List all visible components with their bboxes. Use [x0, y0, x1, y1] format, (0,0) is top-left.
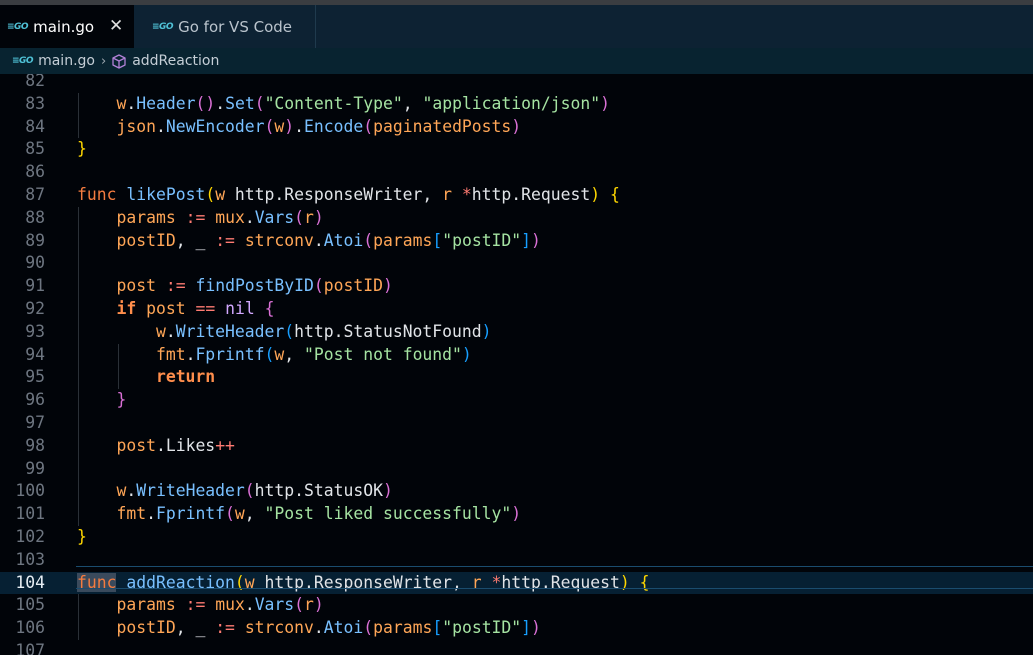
line-number: 101 [15, 504, 45, 524]
line-number: 86 [25, 162, 45, 182]
line-number: 106 [15, 618, 45, 638]
breadcrumb-symbol[interactable]: addReaction [132, 53, 219, 69]
code-line[interactable]: 99 [0, 458, 1033, 481]
code-line[interactable]: 84 json.NewEncoder(w).Encode(paginatedPo… [0, 116, 1033, 139]
close-icon[interactable]: ✕ [109, 16, 123, 36]
code-line[interactable]: 82 [0, 74, 1033, 93]
chevron-right-icon: › [100, 53, 107, 69]
line-number: 98 [25, 435, 45, 455]
line-number: 95 [25, 367, 45, 387]
line-number: 94 [25, 344, 45, 364]
line-number: 88 [25, 207, 45, 227]
tab-main-go[interactable]: ≡GO main.go ✕ [0, 5, 134, 48]
line-number: 83 [25, 93, 45, 113]
breadcrumb: ≡GO main.go › addReaction [0, 48, 1033, 74]
line-number: 97 [25, 413, 45, 432]
method-cube-icon [112, 53, 126, 69]
code-line[interactable]: 101 fmt.Fprintf(w, "Post liked successfu… [0, 503, 1033, 526]
code-line[interactable]: 89 postID, _ := strconv.Atoi(params["pos… [0, 230, 1033, 253]
go-icon: ≡GO [12, 56, 34, 66]
code-text: json.NewEncoder(w).Encode(paginatedPosts… [116, 116, 522, 136]
line-number: 87 [25, 185, 45, 204]
line-number: 93 [25, 321, 45, 341]
code-line[interactable]: 96 } [0, 389, 1033, 412]
code-line[interactable]: 92 if post == nil { [0, 298, 1033, 321]
code-text: params := mux.Vars(r) [116, 207, 324, 227]
go-icon: ≡GO [7, 21, 29, 32]
line-number: 102 [15, 527, 45, 546]
code-text: fmt.Fprintf(w, "Post liked successfully"… [116, 504, 522, 524]
line-number: 104 [15, 572, 45, 592]
code-text: post := findPostByID(postID) [116, 276, 393, 296]
code-text: w.WriteHeader(http.StatusOK) [116, 481, 393, 501]
code-text: fmt.Fprintf(w, "Post not found") [155, 344, 472, 364]
code-line[interactable]: 88 params := mux.Vars(r) [0, 207, 1033, 230]
line-number: 84 [25, 116, 45, 136]
code-editor[interactable]: 82 83 w.Header().Set("Content-Type", "app… [0, 74, 1033, 655]
tab-label: main.go [33, 17, 95, 36]
code-text: postID, _ := strconv.Atoi(params["postID… [116, 230, 541, 250]
line-number: 107 [15, 641, 45, 655]
line-number: 100 [15, 481, 45, 501]
line-number: 90 [25, 253, 45, 273]
code-line[interactable]: 100 w.WriteHeader(http.StatusOK) [0, 480, 1033, 503]
code-line[interactable]: 90 [0, 252, 1033, 275]
line-number: 91 [25, 276, 45, 296]
go-icon: ≡GO [152, 21, 174, 32]
code-text: return [155, 367, 216, 387]
code-line[interactable]: 87 func likePost(w http.ResponseWriter, r… [0, 184, 1033, 207]
code-text: params := mux.Vars(r) [116, 595, 324, 615]
line-number: 89 [25, 230, 45, 250]
code-text: post.Likes++ [116, 435, 235, 455]
code-line[interactable]: 105 params := mux.Vars(r) [0, 594, 1033, 617]
breadcrumb-file[interactable]: main.go [38, 53, 95, 69]
line-number: 105 [15, 595, 45, 615]
line-number: 85 [25, 139, 45, 159]
code-line[interactable]: 85} [0, 138, 1033, 161]
line-number: 96 [25, 390, 45, 410]
code-text: func likePost(w http.ResponseWriter, r *… [77, 185, 620, 204]
code-line[interactable]: 94 fmt.Fprintf(w, "Post not found") [0, 344, 1033, 367]
line-number: 103 [15, 549, 45, 569]
tab-bar: ≡GO main.go ✕ ≡GO Go for VS Code [0, 5, 1033, 48]
code-line[interactable]: 93 w.WriteHeader(http.StatusNotFound) [0, 321, 1033, 344]
code-line[interactable]: 91 post := findPostByID(postID) [0, 275, 1033, 298]
tab-label: Go for VS Code [178, 17, 293, 36]
code-text: w.Header().Set("Content-Type", "applicat… [116, 93, 610, 113]
code-line[interactable]: 102} [0, 526, 1033, 549]
line-number: 92 [25, 299, 45, 318]
code-text: postID, _ := strconv.Atoi(params["postID… [116, 618, 541, 638]
current-line-highlight [76, 566, 1033, 589]
code-line[interactable]: 83 w.Header().Set("Content-Type", "appli… [0, 93, 1033, 116]
code-line[interactable]: 97 [0, 412, 1033, 435]
line-number: 99 [25, 458, 45, 478]
code-text: } [116, 390, 127, 410]
code-line[interactable]: 106 postID, _ := strconv.Atoi(params["po… [0, 617, 1033, 640]
code-line[interactable]: 86 [0, 161, 1033, 184]
code-text: } [77, 527, 87, 546]
code-text: } [77, 139, 87, 159]
code-line[interactable]: 98 post.Likes++ [0, 435, 1033, 458]
code-line[interactable]: 95 return [0, 366, 1033, 389]
tab-go-for-vscode[interactable]: ≡GO Go for VS Code [134, 5, 316, 48]
code-line[interactable]: 107 [0, 640, 1033, 655]
code-text: if post == nil { [116, 299, 275, 318]
code-text: w.WriteHeader(http.StatusNotFound) [155, 321, 492, 341]
line-number: 82 [25, 74, 45, 90]
